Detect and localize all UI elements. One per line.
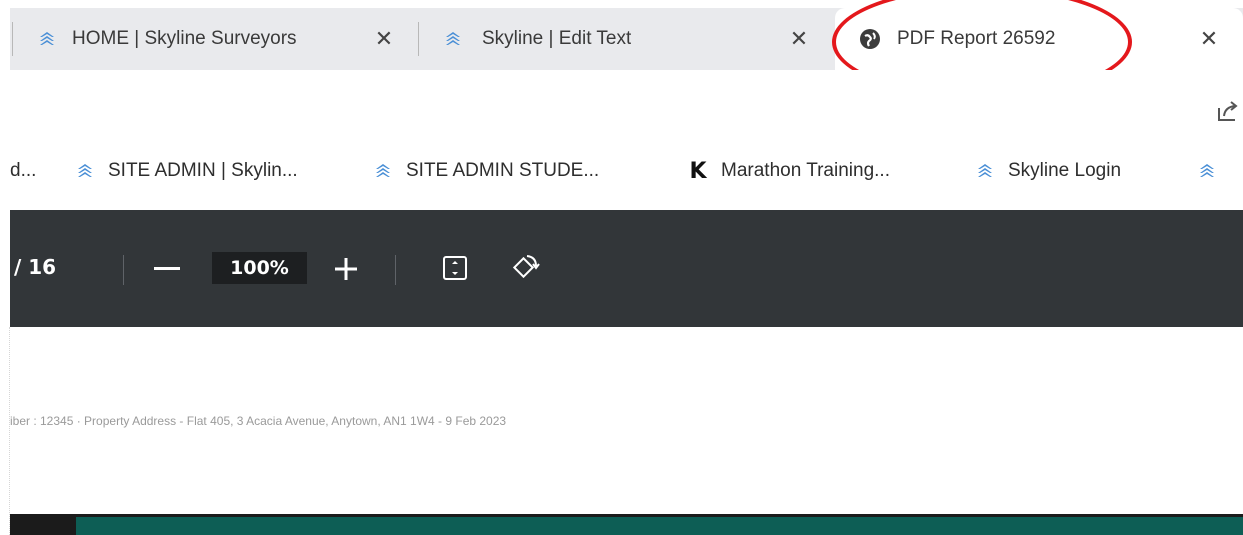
skyline-logo-icon: [1196, 160, 1218, 182]
bookmark-site-admin-student[interactable]: SITE ADMIN STUDE...: [372, 158, 599, 184]
skyline-logo-icon: [442, 28, 464, 50]
tab-pdf-report[interactable]: PDF Report 26592 ✕: [835, 8, 1243, 70]
skyline-logo-icon: [974, 160, 996, 182]
close-icon[interactable]: ✕: [787, 26, 811, 51]
toolbar-divider: [395, 255, 396, 285]
zoom-level[interactable]: 100%: [212, 252, 307, 284]
toolbar-divider: [123, 255, 124, 285]
bookmark-label: SITE ADMIN | Skylin...: [108, 160, 298, 181]
document-title-banner: [76, 517, 1243, 535]
bookmark-label: SITE ADMIN STUDE...: [406, 160, 600, 181]
address-bar: [0, 70, 1243, 132]
bookmark-item[interactable]: d...: [10, 158, 36, 184]
tab-home-skyline[interactable]: HOME | Skyline Surveyors ✕: [36, 8, 416, 70]
close-icon[interactable]: ✕: [1197, 26, 1221, 51]
tab-title: Skyline | Edit Text: [482, 28, 632, 49]
fit-to-page-icon[interactable]: [440, 253, 470, 283]
bookmark-label: d...: [10, 160, 37, 181]
bookmark-skyline-login[interactable]: Skyline Login: [974, 158, 1121, 184]
zoom-in-button[interactable]: [332, 255, 360, 283]
zoom-out-button[interactable]: [153, 257, 181, 281]
pdf-toolbar: / 16 100%: [10, 210, 1243, 327]
skyline-logo-icon: [372, 160, 394, 182]
tab-title: HOME | Skyline Surveyors: [72, 28, 297, 49]
bookmarks-bar: d... SITE ADMIN | Skylin... SITE ADMIN S…: [0, 132, 1243, 210]
page-gutter: [0, 327, 10, 535]
bookmark-label: Skyline Login: [1008, 160, 1122, 181]
globe-icon: [859, 28, 881, 50]
k-logo-icon: K: [689, 158, 707, 184]
bookmark-marathon-training[interactable]: K Marathon Training...: [687, 158, 890, 184]
tab-separator: [12, 22, 13, 56]
bookmark-label: Marathon Training...: [721, 160, 890, 181]
close-icon[interactable]: ✕: [372, 26, 396, 51]
tab-strip: HOME | Skyline Surveyors ✕ Skyline | Edi…: [0, 0, 1243, 98]
tab-separator: [418, 22, 419, 56]
tab-skyline-edit-text[interactable]: Skyline | Edit Text ✕: [442, 8, 822, 70]
page-total: / 16: [14, 255, 57, 279]
share-icon[interactable]: [1215, 98, 1241, 124]
tab-title: PDF Report 26592: [897, 28, 1056, 49]
pdf-document-area[interactable]: iber : 12345 · Property Address - Flat 4…: [0, 327, 1243, 535]
rotate-icon[interactable]: [508, 251, 542, 285]
bookmark-site-admin-skyline[interactable]: SITE ADMIN | Skylin...: [74, 158, 298, 184]
skyline-logo-icon: [36, 28, 58, 50]
bookmark-item-overflow[interactable]: [1196, 158, 1230, 184]
skyline-logo-icon: [74, 160, 96, 182]
document-header-text: iber : 12345 · Property Address - Flat 4…: [10, 414, 507, 428]
